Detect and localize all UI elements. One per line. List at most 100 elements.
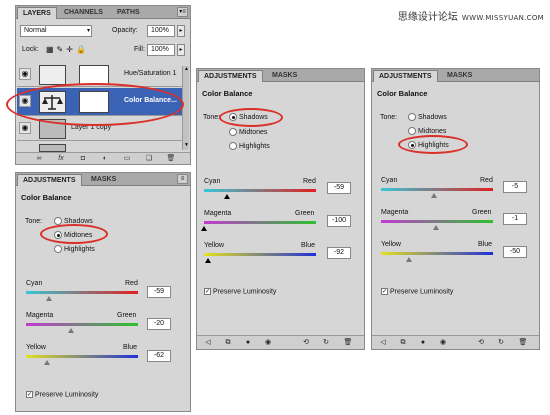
- tone-radio-highlights[interactable]: Highlights: [54, 245, 95, 253]
- tone-radio-shadows[interactable]: Shadows: [408, 113, 447, 121]
- tab-adjustments[interactable]: ADJUSTMENTS: [17, 174, 82, 186]
- slider-knob[interactable]: [205, 258, 212, 263]
- tab-adjustments[interactable]: ADJUSTMENTS: [373, 70, 438, 82]
- scroll-down-icon[interactable]: ▼: [183, 142, 190, 150]
- tab-paths[interactable]: PATHS: [112, 7, 145, 19]
- slider-knob[interactable]: [223, 194, 230, 199]
- clip-layer-icon[interactable]: ●: [243, 339, 253, 347]
- slider-knob[interactable]: [433, 225, 440, 230]
- clip-layer-icon[interactable]: ●: [418, 339, 428, 347]
- slider-knob[interactable]: [45, 296, 52, 301]
- view-previous-icon[interactable]: ⟲: [476, 339, 486, 347]
- tone-radio-midtones[interactable]: Midtones: [408, 127, 446, 135]
- magenta-green-slider-track[interactable]: [381, 220, 493, 223]
- checkmark-icon: ✓: [381, 288, 388, 295]
- yellow-blue-slider-track[interactable]: [381, 252, 493, 255]
- yellow-blue-slider-track[interactable]: [26, 355, 138, 358]
- slider-knob[interactable]: [431, 193, 438, 198]
- yellow-blue-slider-track[interactable]: [204, 253, 316, 256]
- magenta-green-value-input[interactable]: -1: [503, 213, 527, 225]
- layer-row[interactable]: ◉ Hue/Saturation 1: [17, 63, 182, 87]
- lock-icons[interactable]: ▦✎✛🔒: [46, 45, 89, 54]
- cyan-red-slider-track[interactable]: [26, 291, 138, 294]
- adjustments-panel-midtones: ADJUSTMENTS MASKS ≡ Color Balance Tone: …: [15, 172, 191, 412]
- tab-masks[interactable]: MASKS: [442, 70, 477, 82]
- tab-adjustments[interactable]: ADJUSTMENTS: [198, 70, 263, 82]
- slider-knob[interactable]: [44, 360, 51, 365]
- eye-icon[interactable]: ◉: [19, 122, 31, 134]
- cyan-red-slider-track[interactable]: [381, 188, 493, 191]
- slider-left-label: Yellow: [26, 344, 46, 351]
- magenta-green-value-input[interactable]: -20: [147, 318, 171, 330]
- tone-radio-midtones[interactable]: Midtones: [54, 231, 92, 239]
- cyan-red-value-input[interactable]: -59: [147, 286, 171, 298]
- magenta-green-slider-track[interactable]: [26, 323, 138, 326]
- expand-view-icon[interactable]: ⧉: [398, 339, 408, 347]
- yellow-blue-value-input[interactable]: -50: [503, 246, 527, 258]
- preserve-luminosity-checkbox[interactable]: ✓ Preserve Luminosity: [26, 391, 98, 398]
- layer-row[interactable]: ◉ Layer 1 copy: [17, 117, 182, 141]
- blend-mode-select[interactable]: Normal ▾: [20, 25, 92, 37]
- slider-knob[interactable]: [406, 257, 412, 262]
- visibility-icon[interactable]: ◉: [263, 339, 273, 347]
- trash-icon[interactable]: 🗑: [166, 154, 176, 163]
- eye-icon[interactable]: ◉: [19, 68, 31, 80]
- yellow-blue-value-input[interactable]: -92: [327, 247, 351, 259]
- panel-menu-icon[interactable]: ≡: [177, 174, 188, 184]
- slider-left-label: Yellow: [204, 242, 224, 249]
- panel-menu-icon[interactable]: ▾≡: [177, 7, 188, 17]
- adjustments-tabbar: ADJUSTMENTS MASKS: [372, 69, 539, 82]
- expand-view-icon[interactable]: ⧉: [223, 339, 233, 347]
- radio-label: Midtones: [64, 231, 93, 239]
- cyan-red-value-input[interactable]: -59: [327, 182, 351, 194]
- back-arrow-icon[interactable]: ◁: [378, 339, 388, 347]
- trash-icon[interactable]: 🗑: [343, 339, 353, 347]
- reset-icon[interactable]: ↻: [321, 339, 331, 347]
- slider-knob[interactable]: [67, 328, 74, 333]
- adjustments-footer-toolbar: ◁ ⧉ ● ◉ ⟲ ↻ 🗑: [197, 335, 364, 349]
- checkbox-label: Preserve Luminosity: [35, 391, 99, 399]
- fill-input[interactable]: 100%: [147, 44, 175, 56]
- cyan-red-value-input[interactable]: -5: [503, 181, 527, 193]
- layers-scrollbar[interactable]: ▲ ▼: [182, 66, 189, 150]
- eye-icon[interactable]: ◉: [19, 95, 31, 107]
- preserve-luminosity-checkbox[interactable]: ✓ Preserve Luminosity: [381, 288, 453, 295]
- tab-channels[interactable]: CHANNELS: [59, 7, 108, 19]
- opacity-arrow-icon[interactable]: ▸: [177, 25, 185, 37]
- tone-radio-highlights[interactable]: Highlights: [408, 141, 449, 149]
- preserve-luminosity-checkbox[interactable]: ✓ Preserve Luminosity: [204, 288, 276, 295]
- layer-row-partial[interactable]: [17, 142, 182, 152]
- layer-row-selected[interactable]: ◉ Color Balance...: [17, 88, 182, 116]
- adjustments-tabbar: ADJUSTMENTS MASKS: [197, 69, 364, 82]
- link-icon[interactable]: ∞: [34, 154, 44, 163]
- tab-layers[interactable]: LAYERS: [17, 7, 57, 19]
- adjustments-tabbar: ADJUSTMENTS MASKS ≡: [16, 173, 190, 186]
- tab-masks[interactable]: MASKS: [267, 70, 302, 82]
- cyan-red-slider-track[interactable]: [204, 189, 316, 192]
- yellow-blue-value-input[interactable]: -62: [147, 350, 171, 362]
- magenta-green-value-input[interactable]: -100: [327, 215, 351, 227]
- view-previous-icon[interactable]: ⟲: [301, 339, 311, 347]
- tone-radio-midtones[interactable]: Midtones: [229, 128, 267, 136]
- tab-masks[interactable]: MASKS: [86, 174, 121, 186]
- new-layer-icon[interactable]: ❏: [144, 154, 154, 163]
- tone-radio-highlights[interactable]: Highlights: [229, 142, 270, 150]
- tone-radio-shadows[interactable]: Shadows: [229, 113, 268, 121]
- folder-icon[interactable]: ▭: [122, 154, 132, 163]
- radio-label: Highlights: [418, 141, 449, 149]
- back-arrow-icon[interactable]: ◁: [203, 339, 213, 347]
- magenta-green-slider-track[interactable]: [204, 221, 316, 224]
- radio-icon: [54, 217, 62, 225]
- reset-icon[interactable]: ↻: [496, 339, 506, 347]
- scroll-up-icon[interactable]: ▲: [183, 66, 190, 74]
- adjustment-icon[interactable]: ◐: [100, 154, 110, 163]
- fill-arrow-icon[interactable]: ▸: [177, 44, 185, 56]
- slider-right-label: Green: [117, 312, 137, 319]
- trash-icon[interactable]: 🗑: [518, 339, 528, 347]
- tone-radio-shadows[interactable]: Shadows: [54, 217, 93, 225]
- opacity-input[interactable]: 100%: [147, 25, 175, 37]
- fx-icon[interactable]: fx: [56, 154, 66, 163]
- slider-knob[interactable]: [201, 226, 207, 231]
- visibility-icon[interactable]: ◉: [438, 339, 448, 347]
- mask-icon[interactable]: ◘: [78, 154, 88, 163]
